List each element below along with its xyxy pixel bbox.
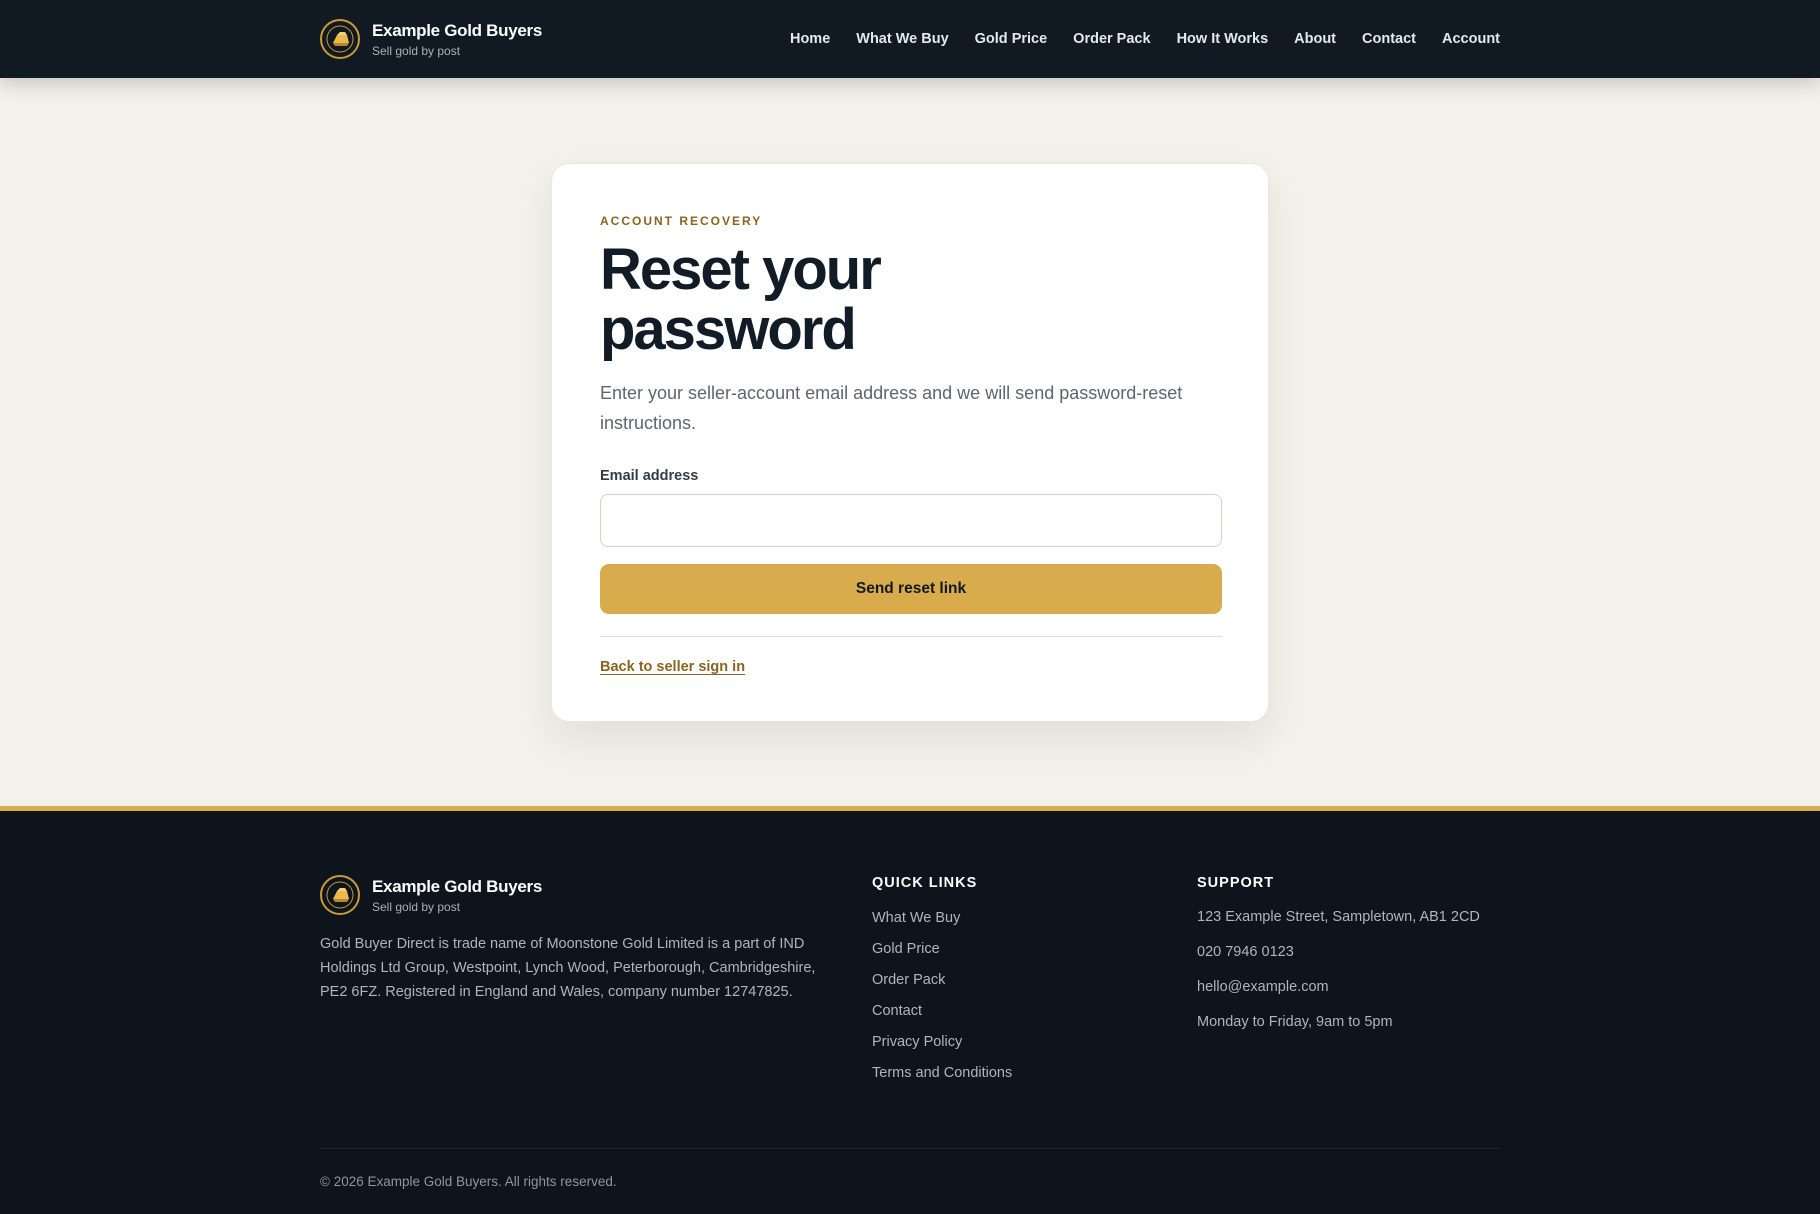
nav-contact[interactable]: Contact bbox=[1362, 31, 1416, 47]
footer-brand[interactable]: Example Gold Buyers Sell gold by post bbox=[320, 875, 542, 915]
nav-account[interactable]: Account bbox=[1442, 31, 1500, 47]
site-header: Example Gold Buyers Sell gold by post Ho… bbox=[0, 0, 1820, 78]
support-column: SUPPORT 123 Example Street, Sampletown, … bbox=[1197, 875, 1480, 1049]
site-footer: Example Gold Buyers Sell gold by post Go… bbox=[0, 806, 1820, 1214]
nav-what-we-buy[interactable]: What We Buy bbox=[856, 31, 948, 47]
quick-links-heading: QUICK LINKS bbox=[872, 875, 978, 891]
footer-link-gold-price[interactable]: Gold Price bbox=[872, 941, 940, 957]
gold-bar-logo-icon bbox=[320, 19, 360, 59]
quick-links-column: QUICK LINKS What We Buy Gold Price Order… bbox=[872, 875, 1012, 1095]
footer-about-text: Gold Buyer Direct is trade name of Moons… bbox=[320, 936, 816, 1000]
support-address: 123 Example Street, Sampletown, AB1 2CD bbox=[1197, 909, 1480, 925]
footer-divider bbox=[320, 1148, 1500, 1149]
support-email: hello@example.com bbox=[1197, 979, 1329, 995]
footer-brand-tagline: Sell gold by post bbox=[372, 899, 461, 914]
brand-name: Example Gold Buyers bbox=[372, 20, 543, 40]
nav-about[interactable]: About bbox=[1294, 31, 1336, 47]
intro-text: Enter your seller-account email address … bbox=[600, 383, 1183, 433]
gold-bar-logo-icon bbox=[320, 875, 360, 915]
back-to-sign-in-link[interactable]: Back to seller sign in bbox=[600, 659, 745, 675]
support-heading: SUPPORT bbox=[1197, 875, 1275, 891]
footer-link-terms[interactable]: Terms and Conditions bbox=[872, 1065, 1012, 1081]
copyright: © 2026 Example Gold Buyers. All rights r… bbox=[320, 1174, 617, 1189]
email-field[interactable] bbox=[600, 494, 1222, 547]
page-title: Reset your password bbox=[600, 237, 882, 362]
brand[interactable]: Example Gold Buyers Sell gold by post bbox=[320, 19, 542, 59]
divider bbox=[600, 636, 1222, 637]
nav-how-it-works[interactable]: How It Works bbox=[1177, 31, 1269, 47]
footer-link-privacy-policy[interactable]: Privacy Policy bbox=[872, 1034, 962, 1050]
footer-link-order-pack[interactable]: Order Pack bbox=[872, 972, 945, 988]
footer-brand-name: Example Gold Buyers bbox=[372, 876, 543, 896]
send-reset-link-button[interactable]: Send reset link bbox=[600, 564, 1222, 614]
main-nav: Home What We Buy Gold Price Order Pack H… bbox=[790, 31, 1500, 47]
reset-password-card: ACCOUNT RECOVERY Reset your password Ent… bbox=[551, 163, 1269, 722]
email-label: Email address bbox=[600, 468, 699, 484]
nav-gold-price[interactable]: Gold Price bbox=[975, 31, 1048, 47]
footer-link-what-we-buy[interactable]: What We Buy bbox=[872, 910, 960, 926]
nav-home[interactable]: Home bbox=[790, 31, 830, 47]
main-content: ACCOUNT RECOVERY Reset your password Ent… bbox=[0, 78, 1820, 806]
support-hours: Monday to Friday, 9am to 5pm bbox=[1197, 1014, 1393, 1030]
footer-link-contact[interactable]: Contact bbox=[872, 1003, 922, 1019]
eyebrow-label: ACCOUNT RECOVERY bbox=[600, 214, 763, 228]
nav-order-pack[interactable]: Order Pack bbox=[1073, 31, 1150, 47]
brand-tagline: Sell gold by post bbox=[372, 43, 461, 58]
support-phone: 020 7946 0123 bbox=[1197, 944, 1294, 960]
